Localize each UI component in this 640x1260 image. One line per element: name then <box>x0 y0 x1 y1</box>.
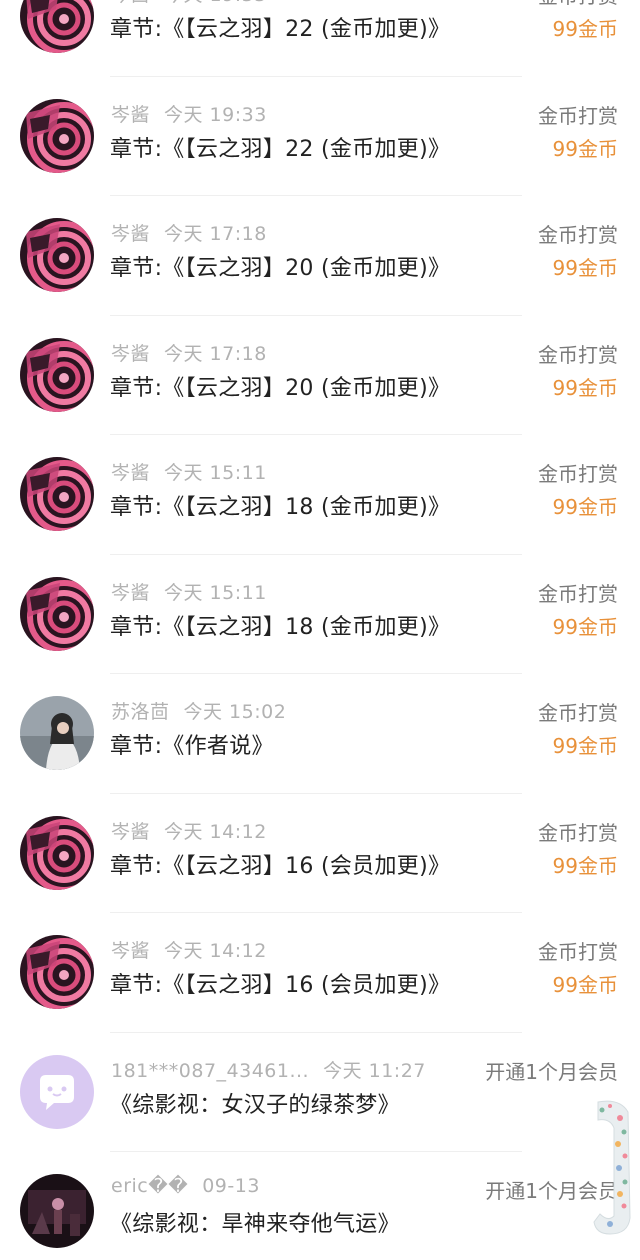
record-time: 今天 15:11 <box>164 581 267 604</box>
list-item[interactable]: 岑酱今天 19:33 章节:《【云之羽】22 (金币加更)》 金币打赏 99金币 <box>0 77 640 196</box>
reward-amount: 99金币 <box>552 973 618 997</box>
record-meta: 苏洛茴 今天 15:02 <box>111 697 286 724</box>
record-meta: 岑酱 今天 19:33 <box>111 0 267 7</box>
user-name[interactable]: 岑酱 <box>111 343 150 365</box>
avatar[interactable] <box>20 935 94 1009</box>
user-name[interactable]: 岑酱 <box>111 0 150 6</box>
list-item[interactable]: 岑酱 今天 17:18 章节:《【云之羽】20 (金币加更)》 金币打赏 99金币 <box>0 316 640 435</box>
avatar[interactable] <box>20 815 94 890</box>
chapter-title[interactable]: 章节:《【云之羽】16 (会员加更)》 <box>110 848 450 880</box>
reward-type: 金币打赏 <box>538 103 618 128</box>
user-name[interactable]: eric�� <box>111 1175 188 1197</box>
chapter-title[interactable]: 《综影视：旱神来夺他气运》 <box>110 1206 400 1238</box>
list-item[interactable]: 岑酱 今天 19:33 章节:《【云之羽】22 (金币加更)》 金币打赏 99金币 <box>0 0 640 77</box>
record-meta: 181***087_43461... 今天 11:27 <box>111 1056 426 1083</box>
user-name[interactable]: 岑酱 <box>111 582 150 604</box>
reward-amount: 99金币 <box>552 17 618 41</box>
record-time: 今天 11:27 <box>323 1059 426 1082</box>
record-meta: eric�� 09-13 <box>111 1175 260 1197</box>
list-item[interactable]: 181***087_43461... 今天 11:27 《综影视：女汉子的绿茶梦》 开… <box>0 1033 640 1152</box>
reward-type: 金币打赏 <box>538 701 618 725</box>
record-time: 今天 14:12 <box>164 820 267 843</box>
reward-amount: 99金币 <box>552 495 618 519</box>
reward-type: 金币打赏 <box>538 820 618 845</box>
chapter-title[interactable]: 章节:《【云之羽】22 (金币加更)》 <box>110 11 450 43</box>
user-name[interactable]: 岑酱 <box>111 821 150 843</box>
reward-type: 金币打赏 <box>538 0 618 9</box>
chapter-title[interactable]: 章节:《【云之羽】20 (金币加更)》 <box>110 250 450 282</box>
record-time: 今天 19:33 <box>164 0 267 6</box>
reward-type: 金币打赏 <box>538 462 618 486</box>
record-time: 今天 17:18 <box>164 223 267 245</box>
record-meta: 岑酱 今天 14:12 <box>111 817 267 844</box>
chapter-title[interactable]: 《综影视：女汉子的绿茶梦》 <box>110 1087 400 1119</box>
user-name[interactable]: 苏洛茴 <box>111 701 170 723</box>
list-item[interactable]: 岑酱 今天 14:12 章节:《【云之羽】16 (会员加更)》 金币打赏 99金币 <box>0 794 640 913</box>
list-item[interactable]: eric�� 09-13 《综影视：旱神来夺他气运》 开通1个月会员 <box>0 1152 640 1260</box>
reward-amount: 99金币 <box>552 614 618 639</box>
reward-record-list: 岑酱今天 19:33章节:《【云之羽】22 (金币加更)》金币打赏99金币岑酱今… <box>0 0 640 1260</box>
record-time: 今天 15:02 <box>183 701 287 723</box>
user-name[interactable]: 岑酱 <box>111 462 150 484</box>
list-item[interactable]: 岑酱 今天 15:11 章节:《【云之羽】18 (金币加更)》 金币打赏 99金币 <box>0 555 640 674</box>
reward-type: 金币打赏 <box>538 581 618 606</box>
list-item[interactable]: 岑酱 今天 17:18 章节:《【云之羽】20 (金币加更)》 金币打赏 99金币 <box>0 196 640 316</box>
avatar[interactable] <box>20 98 94 173</box>
avatar[interactable] <box>20 337 94 412</box>
record-meta: 岑酱 今天 14:12 <box>111 936 267 963</box>
chapter-title[interactable]: 章节:《【云之羽】22 (金币加更)》 <box>110 131 450 163</box>
record-meta: 岑酱 今天 17:18 <box>111 219 267 246</box>
user-name[interactable]: 岑酱 <box>111 223 150 245</box>
list-item[interactable]: 苏洛茴 今天 15:02 章节:《作者说》 金币打赏 99金币 <box>0 674 640 794</box>
record-meta: 岑酱 今天 17:18 <box>111 339 267 366</box>
record-time: 今天 19:33 <box>164 103 267 126</box>
avatar[interactable] <box>20 1174 94 1248</box>
record-meta: 岑酱 今天 15:11 <box>111 578 267 605</box>
reward-amount: 99金币 <box>552 853 618 878</box>
chapter-title[interactable]: 章节:《作者说》 <box>110 728 274 760</box>
reward-amount: 99金币 <box>552 256 618 280</box>
user-name[interactable]: 岑酱 <box>111 940 150 962</box>
reward-amount: 99金币 <box>552 375 618 400</box>
reward-amount: 99金币 <box>552 136 618 161</box>
reward-type: 金币打赏 <box>538 342 618 367</box>
list-item[interactable]: 岑酱 今天 15:11 章节:《【云之羽】18 (金币加更)》 金币打赏 99金币 <box>0 435 640 555</box>
reward-type: 金币打赏 <box>538 940 618 964</box>
chapter-title[interactable]: 章节:《【云之羽】18 (金币加更)》 <box>110 609 450 641</box>
chapter-title[interactable]: 章节:《【云之羽】16 (会员加更)》 <box>110 967 450 999</box>
user-name[interactable]: 181***087_43461... <box>111 1060 309 1082</box>
avatar[interactable] <box>20 457 94 531</box>
record-meta: 岑酱今天 19:33 <box>111 100 267 127</box>
user-name[interactable]: 岑酱 <box>111 104 150 126</box>
record-time: 今天 14:12 <box>164 940 267 962</box>
reward-type: 金币打赏 <box>538 223 618 247</box>
avatar[interactable] <box>20 1054 94 1129</box>
avatar[interactable] <box>20 218 94 292</box>
avatar[interactable] <box>20 696 94 770</box>
chapter-title[interactable]: 章节:《【云之羽】20 (金币加更)》 <box>110 370 450 402</box>
record-time: 今天 15:11 <box>164 462 267 484</box>
floating-assistant-icon[interactable] <box>580 1098 636 1238</box>
reward-type: 开通1个月会员 <box>485 1059 618 1084</box>
record-time: 今天 17:18 <box>164 342 267 365</box>
avatar[interactable] <box>20 0 94 53</box>
record-meta: 岑酱 今天 15:11 <box>111 458 267 485</box>
list-item[interactable]: 岑酱 今天 14:12 章节:《【云之羽】16 (会员加更)》 金币打赏 99金币 <box>0 913 640 1033</box>
record-time: 09-13 <box>202 1175 260 1197</box>
reward-amount: 99金币 <box>552 734 618 758</box>
avatar[interactable] <box>20 576 94 651</box>
chapter-title[interactable]: 章节:《【云之羽】18 (金币加更)》 <box>110 489 450 521</box>
